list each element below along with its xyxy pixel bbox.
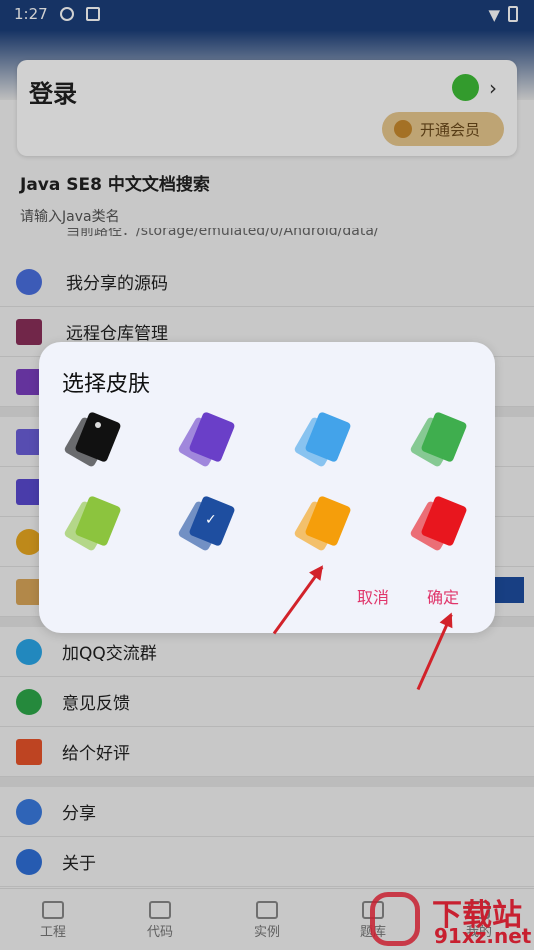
check-icon: ✓ — [205, 512, 217, 528]
skin-dialog: 选择皮肤 ✓ 取消 确定 — [39, 342, 495, 633]
skin-option-purple[interactable] — [177, 408, 239, 468]
cancel-button[interactable]: 取消 — [357, 584, 389, 608]
watermark-logo-icon — [370, 892, 420, 946]
skin-option-green[interactable] — [409, 408, 471, 468]
dialog-title: 选择皮肤 — [62, 372, 151, 397]
skin-option-black[interactable] — [63, 408, 125, 468]
skin-option-blue[interactable] — [293, 408, 355, 468]
skin-option-navy[interactable]: ✓ — [177, 492, 239, 552]
card-hole-icon — [95, 422, 101, 428]
skin-option-red[interactable] — [409, 492, 471, 552]
watermark-line2: 91xz.net — [434, 924, 532, 948]
watermark: 下载站 91xz.net — [364, 888, 534, 950]
skin-option-light-green[interactable] — [63, 492, 125, 552]
confirm-button[interactable]: 确定 — [427, 584, 459, 608]
skin-option-orange[interactable] — [293, 492, 355, 552]
